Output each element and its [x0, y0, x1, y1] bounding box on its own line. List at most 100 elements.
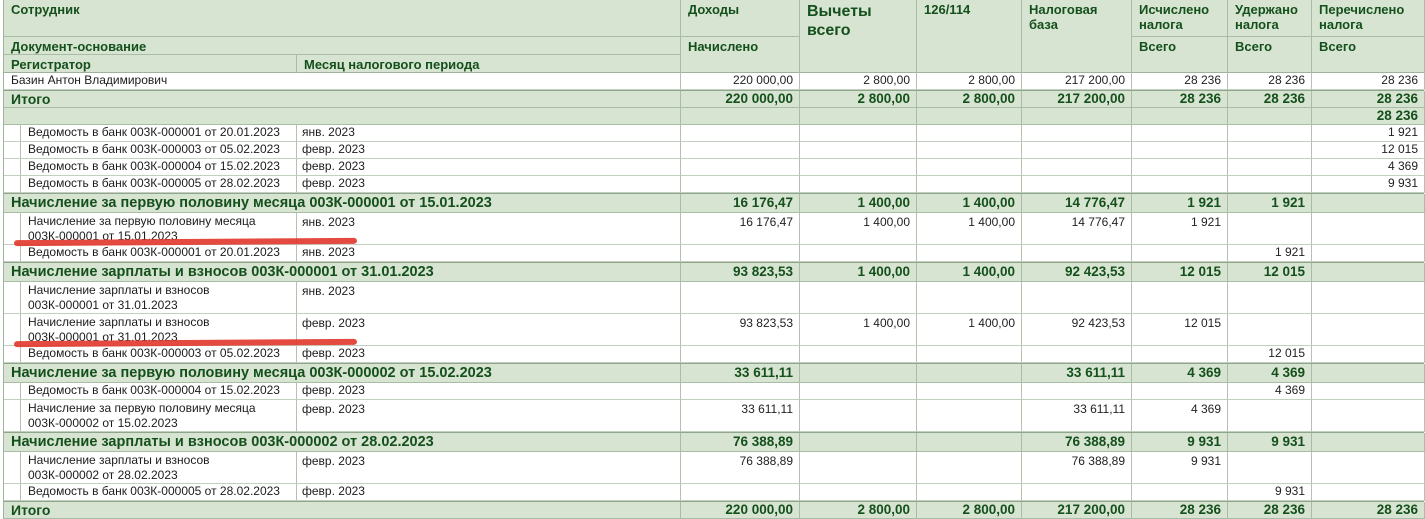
cell-month[interactable]: янв. 2023: [297, 282, 681, 314]
cell-transferred[interactable]: [1312, 245, 1425, 262]
cell-deductions[interactable]: [800, 484, 917, 501]
cell-withheld[interactable]: 28 236: [1228, 91, 1312, 108]
cell-tax-base[interactable]: 92 423,53: [1022, 314, 1132, 346]
cell-tax-base[interactable]: [1022, 176, 1132, 193]
cell-transferred[interactable]: [1312, 213, 1425, 245]
cell-income[interactable]: 16 176,47: [681, 213, 800, 245]
cell-transferred[interactable]: 28 236: [1312, 73, 1425, 90]
cell-deductions[interactable]: [800, 142, 917, 159]
cell-transferred[interactable]: [1312, 452, 1425, 484]
cell-code[interactable]: 1 400,00: [917, 263, 1022, 282]
cell-month[interactable]: февр. 2023: [297, 383, 681, 400]
cell-registrar[interactable]: Ведомость в банк 003К-000001 от 20.01.20…: [21, 245, 297, 262]
cell-calculated[interactable]: 4 369: [1132, 364, 1228, 383]
cell-income[interactable]: [681, 282, 800, 314]
cell-calculated[interactable]: 9 931: [1132, 433, 1228, 452]
cell-section-label[interactable]: Начисление за первую половину месяца 003…: [4, 194, 681, 213]
cell-deductions[interactable]: [800, 245, 917, 262]
cell-transferred[interactable]: [1312, 400, 1425, 432]
cell-code[interactable]: [917, 364, 1022, 383]
cell-income[interactable]: 93 823,53: [681, 314, 800, 346]
cell-deductions[interactable]: [800, 346, 917, 363]
cell-tax-base[interactable]: 76 388,89: [1022, 452, 1132, 484]
cell-tax-base[interactable]: [1022, 346, 1132, 363]
cell-calculated[interactable]: [1132, 176, 1228, 193]
cell-tax-base[interactable]: 33 611,11: [1022, 364, 1132, 383]
cell-withheld[interactable]: 12 015: [1228, 346, 1312, 363]
cell-month[interactable]: февр. 2023: [297, 159, 681, 176]
cell-code[interactable]: 1 400,00: [917, 213, 1022, 245]
cell-code[interactable]: [917, 400, 1022, 432]
cell-calculated[interactable]: [1132, 245, 1228, 262]
cell-registrar[interactable]: Ведомость в банк 003К-000003 от 05.02.20…: [21, 142, 297, 159]
cell-withheld[interactable]: [1228, 142, 1312, 159]
cell-code[interactable]: 2 800,00: [917, 91, 1022, 108]
cell-code[interactable]: [917, 142, 1022, 159]
cell-section-label[interactable]: Начисление зарплаты и взносов 003К-00000…: [4, 433, 681, 452]
cell-month[interactable]: февр. 2023: [297, 346, 681, 363]
cell-code[interactable]: [917, 484, 1022, 501]
cell-withheld[interactable]: 28 236: [1228, 73, 1312, 90]
cell-code[interactable]: 1 400,00: [917, 314, 1022, 346]
cell-month[interactable]: февр. 2023: [297, 142, 681, 159]
cell-transferred[interactable]: 4 369: [1312, 159, 1425, 176]
cell-withheld[interactable]: [1228, 282, 1312, 314]
cell-calculated[interactable]: 28 236: [1132, 91, 1228, 108]
cell-code[interactable]: [917, 159, 1022, 176]
cell-registrar[interactable]: Начисление зарплаты и взносов 003К-000001…: [21, 282, 297, 314]
cell-deductions[interactable]: [800, 433, 917, 452]
cell-income[interactable]: [681, 108, 800, 125]
cell-registrar[interactable]: Начисление зарплаты и взносов 003К-000002…: [21, 452, 297, 484]
cell-tax-base[interactable]: 76 388,89: [1022, 433, 1132, 452]
cell-withheld[interactable]: [1228, 314, 1312, 346]
cell-deductions[interactable]: 1 400,00: [800, 213, 917, 245]
cell-transferred[interactable]: [1312, 484, 1425, 501]
cell-withheld[interactable]: [1228, 108, 1312, 125]
cell-income[interactable]: [681, 125, 800, 142]
cell-registrar[interactable]: Ведомость в банк 003К-000005 от 28.02.20…: [21, 176, 297, 193]
cell-deductions[interactable]: [800, 452, 917, 484]
cell-registrar[interactable]: Ведомость в банк 003К-000004 от 15.02.20…: [21, 159, 297, 176]
cell-code[interactable]: [917, 433, 1022, 452]
cell-calculated[interactable]: [1132, 142, 1228, 159]
cell-income[interactable]: 220 000,00: [681, 73, 800, 90]
cell-calculated[interactable]: [1132, 108, 1228, 125]
cell-tax-base[interactable]: [1022, 108, 1132, 125]
cell-transferred[interactable]: [1312, 383, 1425, 400]
cell-withheld[interactable]: 12 015: [1228, 263, 1312, 282]
cell-calculated[interactable]: 12 015: [1132, 314, 1228, 346]
cell-withheld[interactable]: 4 369: [1228, 364, 1312, 383]
cell-transferred[interactable]: [1312, 433, 1425, 452]
cell-calculated[interactable]: 1 921: [1132, 194, 1228, 213]
cell-tax-base[interactable]: 14 776,47: [1022, 194, 1132, 213]
cell-tax-base[interactable]: 92 423,53: [1022, 263, 1132, 282]
cell-tax-base[interactable]: 33 611,11: [1022, 400, 1132, 432]
cell-withheld[interactable]: [1228, 159, 1312, 176]
cell-transferred[interactable]: 12 015: [1312, 142, 1425, 159]
cell-deductions[interactable]: [800, 364, 917, 383]
cell-income[interactable]: [681, 383, 800, 400]
cell-code[interactable]: [917, 125, 1022, 142]
cell-code[interactable]: [917, 452, 1022, 484]
cell-calculated[interactable]: [1132, 159, 1228, 176]
cell-calculated[interactable]: [1132, 346, 1228, 363]
cell-income[interactable]: 76 388,89: [681, 452, 800, 484]
cell-tax-base[interactable]: 14 776,47: [1022, 213, 1132, 245]
cell-code[interactable]: [917, 108, 1022, 125]
cell-registrar[interactable]: Ведомость в банк 003К-000004 от 15.02.20…: [21, 383, 297, 400]
cell-income[interactable]: [681, 142, 800, 159]
cell-income[interactable]: [681, 245, 800, 262]
cell-deductions[interactable]: 1 400,00: [800, 263, 917, 282]
cell-month[interactable]: янв. 2023: [297, 245, 681, 262]
cell-income[interactable]: [681, 484, 800, 501]
cell-withheld[interactable]: 28 236: [1228, 502, 1312, 519]
cell-calculated[interactable]: 28 236: [1132, 73, 1228, 90]
cell-transferred[interactable]: [1312, 282, 1425, 314]
cell-deductions[interactable]: 1 400,00: [800, 194, 917, 213]
cell-registrar[interactable]: Начисление за первую половину месяца 003К…: [21, 213, 297, 245]
cell-calculated[interactable]: [1132, 125, 1228, 142]
cell-code[interactable]: [917, 282, 1022, 314]
cell-code[interactable]: [917, 245, 1022, 262]
cell-deductions[interactable]: 2 800,00: [800, 73, 917, 90]
cell-withheld[interactable]: [1228, 400, 1312, 432]
